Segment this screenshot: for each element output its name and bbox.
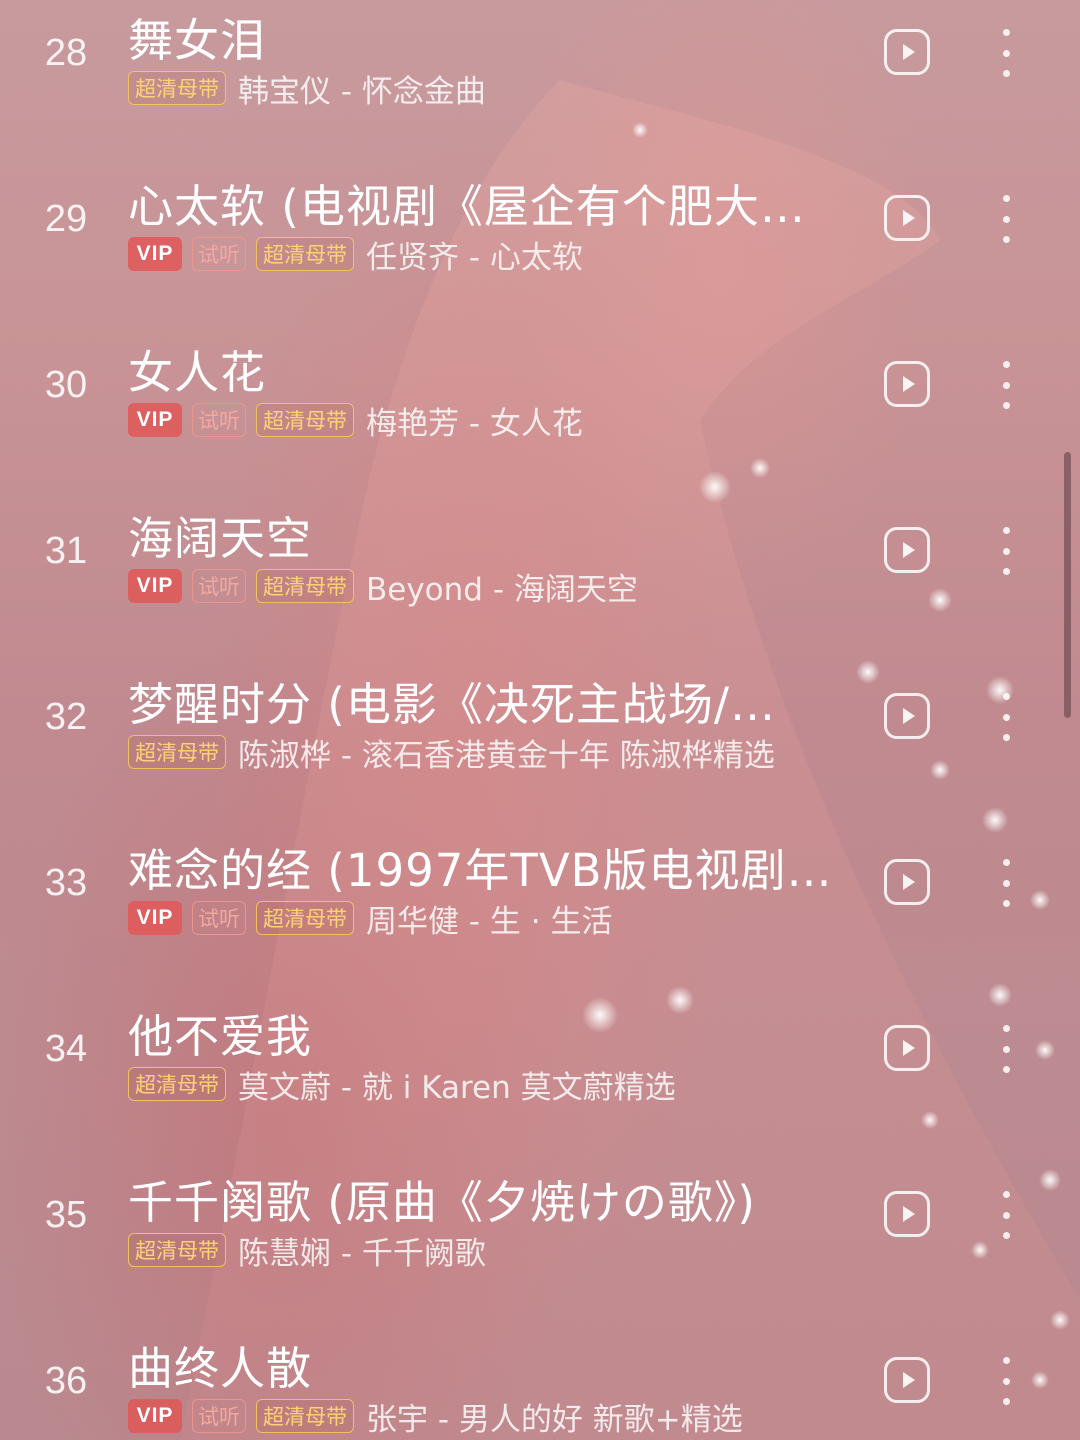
song-row[interactable]: 34 他不爱我 超清母带 莫文蔚 - 就 i Karen 莫文蔚精选 xyxy=(0,996,1080,1162)
song-title: 海阔天空 xyxy=(128,512,313,565)
trial-badge: 试听 xyxy=(192,1399,246,1433)
artist-album: 任贤齐 - 心太软 xyxy=(366,239,583,276)
artist-album: 陈淑桦 - 滚石香港黄金十年 陈淑桦精选 xyxy=(238,737,775,774)
trial-badge: 试听 xyxy=(192,569,246,603)
more-options-icon[interactable] xyxy=(994,361,1018,409)
more-options-icon[interactable] xyxy=(994,1357,1018,1405)
hq-badge: 超清母带 xyxy=(128,1233,226,1267)
hq-badge: 超清母带 xyxy=(256,237,354,271)
more-options-icon[interactable] xyxy=(994,693,1018,741)
song-row[interactable]: 33 难念的经 (1997年TVB版电视剧… VIP 试听 超清母带 周华健 -… xyxy=(0,830,1080,996)
song-index: 31 xyxy=(44,530,88,572)
play-video-icon[interactable] xyxy=(884,29,930,75)
more-options-icon[interactable] xyxy=(994,195,1018,243)
song-row[interactable]: 30 女人花 VIP 试听 超清母带 梅艳芳 - 女人花 xyxy=(0,332,1080,498)
song-index: 36 xyxy=(44,1360,88,1402)
song-row[interactable]: 28 舞女泪 超清母带 韩宝仪 - 怀念金曲 xyxy=(0,0,1080,166)
song-meta: VIP 试听 超清母带 任贤齐 - 心太软 xyxy=(128,234,583,276)
song-index: 29 xyxy=(44,198,88,240)
more-options-icon[interactable] xyxy=(994,527,1018,575)
play-video-icon[interactable] xyxy=(884,195,930,241)
song-title: 千千阕歌 (原曲《夕焼けの歌》) xyxy=(128,1176,756,1229)
play-video-icon[interactable] xyxy=(884,859,930,905)
song-index: 28 xyxy=(44,32,88,74)
song-title: 梦醒时分 (电影《决死主战场/… xyxy=(128,678,777,731)
hq-badge: 超清母带 xyxy=(128,71,226,105)
song-title: 心太软 (电视剧《屋企有个肥大… xyxy=(128,180,806,233)
trial-badge: 试听 xyxy=(192,901,246,935)
song-index: 34 xyxy=(44,1028,88,1070)
song-title: 他不爱我 xyxy=(128,1010,313,1063)
song-row[interactable]: 35 千千阕歌 (原曲《夕焼けの歌》) 超清母带 陈慧娴 - 千千阙歌 xyxy=(0,1162,1080,1328)
song-meta: 超清母带 韩宝仪 - 怀念金曲 xyxy=(128,68,486,110)
artist-album: 张宇 - 男人的好 新歌+精选 xyxy=(366,1401,743,1438)
scrollbar[interactable] xyxy=(1064,452,1071,718)
hq-badge: 超清母带 xyxy=(256,901,354,935)
artist-album: 莫文蔚 - 就 i Karen 莫文蔚精选 xyxy=(238,1069,676,1106)
hq-badge: 超清母带 xyxy=(128,1067,226,1101)
trial-badge: 试听 xyxy=(192,237,246,271)
play-video-icon[interactable] xyxy=(884,527,930,573)
song-meta: VIP 试听 超清母带 梅艳芳 - 女人花 xyxy=(128,400,583,442)
vip-badge: VIP xyxy=(128,1399,182,1433)
vip-badge: VIP xyxy=(128,901,182,935)
song-row[interactable]: 36 曲终人散 VIP 试听 超清母带 张宇 - 男人的好 新歌+精选 xyxy=(0,1328,1080,1440)
song-title: 曲终人散 xyxy=(128,1342,313,1395)
more-options-icon[interactable] xyxy=(994,29,1018,77)
hq-badge: 超清母带 xyxy=(256,569,354,603)
artist-album: 梅艳芳 - 女人花 xyxy=(366,405,583,442)
play-video-icon[interactable] xyxy=(884,361,930,407)
song-meta: 超清母带 陈慧娴 - 千千阙歌 xyxy=(128,1230,486,1272)
song-title: 舞女泪 xyxy=(128,14,267,67)
song-meta: VIP 试听 超清母带 Beyond - 海阔天空 xyxy=(128,566,638,608)
song-meta: VIP 试听 超清母带 周华健 - 生 · 生活 xyxy=(128,898,613,940)
more-options-icon[interactable] xyxy=(994,1025,1018,1073)
artist-album: 韩宝仪 - 怀念金曲 xyxy=(238,73,486,110)
song-meta: 超清母带 陈淑桦 - 滚石香港黄金十年 陈淑桦精选 xyxy=(128,732,775,774)
more-options-icon[interactable] xyxy=(994,859,1018,907)
hq-badge: 超清母带 xyxy=(256,1399,354,1433)
song-row[interactable]: 31 海阔天空 VIP 试听 超清母带 Beyond - 海阔天空 xyxy=(0,498,1080,664)
song-list: 28 舞女泪 超清母带 韩宝仪 - 怀念金曲 29 心太软 (电视剧《屋企有个肥… xyxy=(0,0,1080,1440)
vip-badge: VIP xyxy=(128,569,182,603)
song-meta: VIP 试听 超清母带 张宇 - 男人的好 新歌+精选 xyxy=(128,1396,743,1438)
song-index: 32 xyxy=(44,696,88,738)
play-video-icon[interactable] xyxy=(884,1025,930,1071)
song-index: 35 xyxy=(44,1194,88,1236)
trial-badge: 试听 xyxy=(192,403,246,437)
artist-album: Beyond - 海阔天空 xyxy=(366,571,638,608)
more-options-icon[interactable] xyxy=(994,1191,1018,1239)
song-meta: 超清母带 莫文蔚 - 就 i Karen 莫文蔚精选 xyxy=(128,1064,676,1106)
song-index: 33 xyxy=(44,862,88,904)
vip-badge: VIP xyxy=(128,237,182,271)
hq-badge: 超清母带 xyxy=(128,735,226,769)
song-row[interactable]: 29 心太软 (电视剧《屋企有个肥大… VIP 试听 超清母带 任贤齐 - 心太… xyxy=(0,166,1080,332)
vip-badge: VIP xyxy=(128,403,182,437)
play-video-icon[interactable] xyxy=(884,693,930,739)
song-row[interactable]: 32 梦醒时分 (电影《决死主战场/… 超清母带 陈淑桦 - 滚石香港黄金十年 … xyxy=(0,664,1080,830)
artist-album: 周华健 - 生 · 生活 xyxy=(366,903,613,940)
play-video-icon[interactable] xyxy=(884,1357,930,1403)
hq-badge: 超清母带 xyxy=(256,403,354,437)
play-video-icon[interactable] xyxy=(884,1191,930,1237)
song-title: 难念的经 (1997年TVB版电视剧… xyxy=(128,844,833,897)
song-title: 女人花 xyxy=(128,346,267,399)
song-index: 30 xyxy=(44,364,88,406)
artist-album: 陈慧娴 - 千千阙歌 xyxy=(238,1235,486,1272)
